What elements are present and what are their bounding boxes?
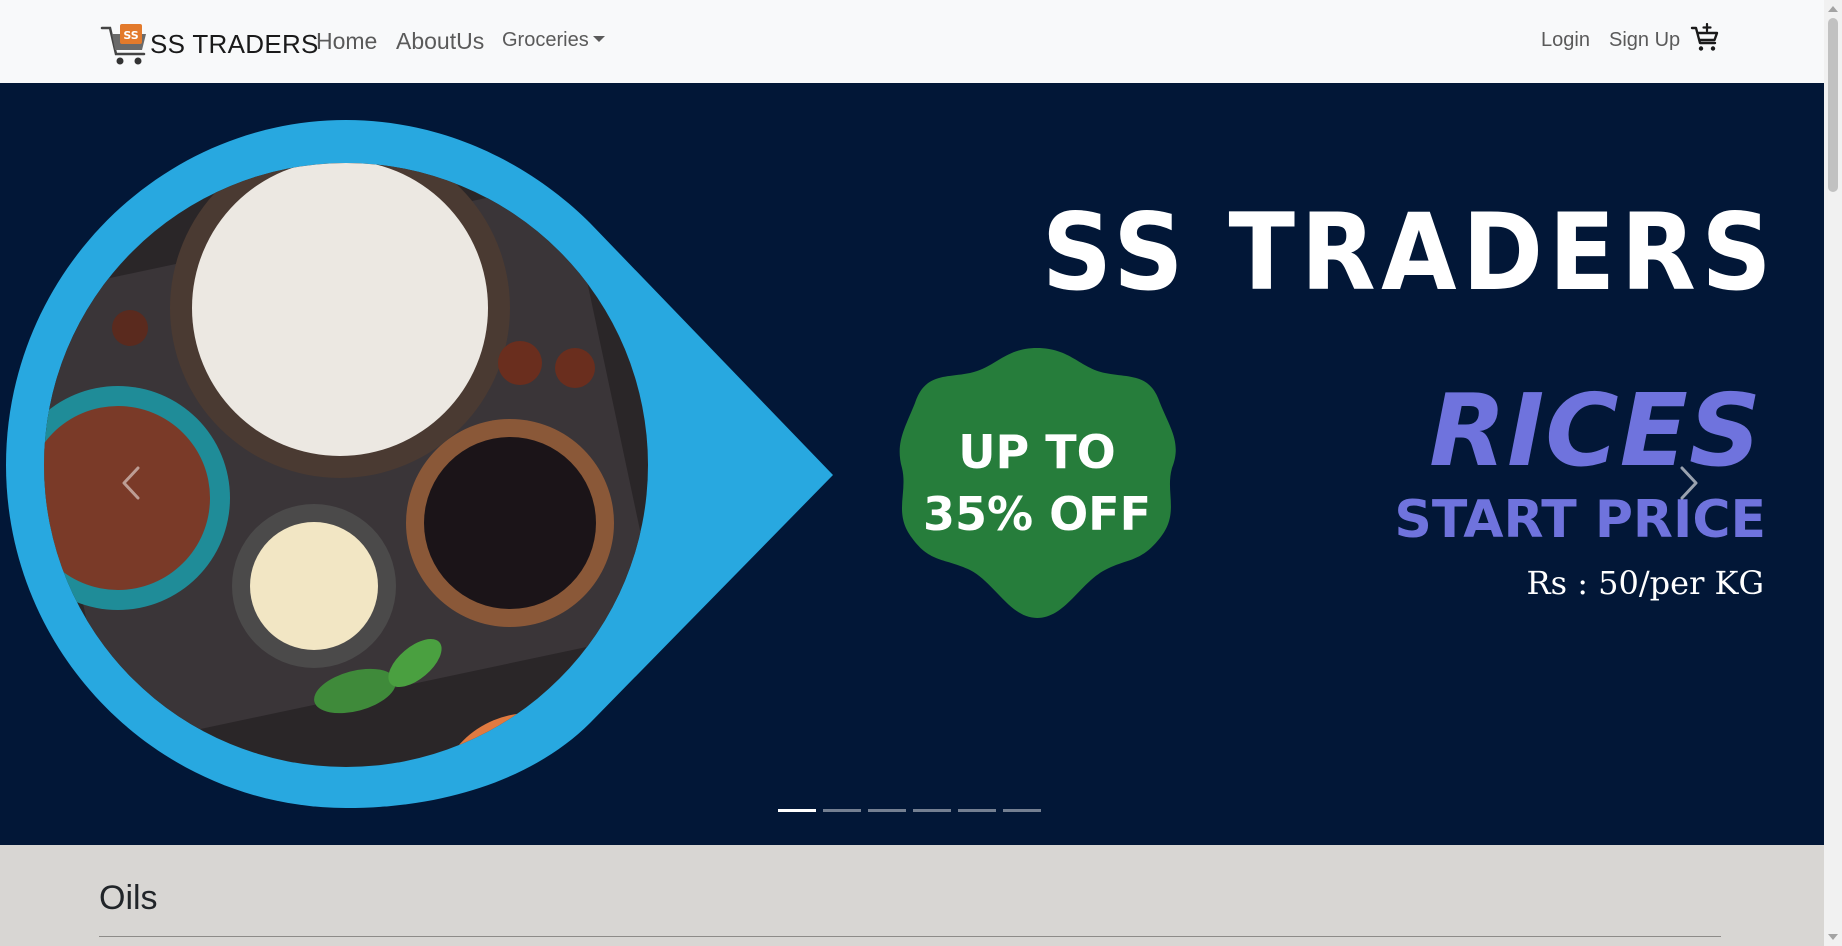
- carousel-indicator-2[interactable]: [823, 809, 861, 812]
- nav-groceries-label: Groceries: [502, 29, 589, 51]
- login-link[interactable]: Login: [1541, 29, 1590, 52]
- carousel-prev-button[interactable]: [100, 443, 160, 523]
- oils-section: Oils: [0, 845, 1824, 946]
- nav-groceries-dropdown[interactable]: Groceries: [502, 29, 605, 52]
- carousel-indicator-5[interactable]: [958, 809, 996, 812]
- banner-price: Rs : 50/per KG: [1526, 564, 1765, 602]
- page-scrollbar[interactable]: [1824, 0, 1842, 946]
- carousel-indicator-3[interactable]: [868, 809, 906, 812]
- signup-link[interactable]: Sign Up: [1609, 29, 1680, 52]
- svg-text:SS: SS: [123, 29, 138, 42]
- discount-line-1: UP TO: [958, 425, 1116, 479]
- hero-carousel: UP TO 35% OFF SS TRADERS RICES START PRI…: [0, 83, 1824, 845]
- section-divider: [99, 936, 1721, 937]
- chevron-left-icon: [122, 466, 140, 500]
- brand-name: SS TRADERS: [150, 28, 319, 59]
- nav-home[interactable]: Home: [316, 28, 377, 55]
- carousel-indicators: [778, 809, 1041, 812]
- navbar: SS SS TRADERS Home AboutUs Groceries Log…: [0, 0, 1824, 83]
- scroll-down-arrow-icon[interactable]: [1828, 934, 1838, 940]
- chevron-right-icon: [1680, 466, 1698, 500]
- scroll-up-arrow-icon[interactable]: [1828, 6, 1838, 12]
- nav-about-us[interactable]: AboutUs: [396, 28, 484, 55]
- add-to-cart-icon[interactable]: [1690, 22, 1720, 53]
- carousel-indicator-4[interactable]: [913, 809, 951, 812]
- carousel-next-button[interactable]: [1660, 443, 1720, 523]
- cart-logo-icon: SS: [100, 20, 150, 68]
- carousel-indicator-1[interactable]: [778, 809, 816, 812]
- section-title: Oils: [99, 879, 158, 917]
- carousel-indicator-6[interactable]: [1003, 809, 1041, 812]
- brand-link[interactable]: SS SS TRADERS: [100, 20, 319, 68]
- discount-badge: UP TO 35% OFF: [902, 421, 1172, 545]
- scrollbar-thumb[interactable]: [1828, 18, 1838, 192]
- discount-line-2: 35% OFF: [922, 487, 1152, 541]
- caret-down-icon: [592, 36, 605, 43]
- banner-brand-title: SS TRADERS: [1041, 191, 1777, 314]
